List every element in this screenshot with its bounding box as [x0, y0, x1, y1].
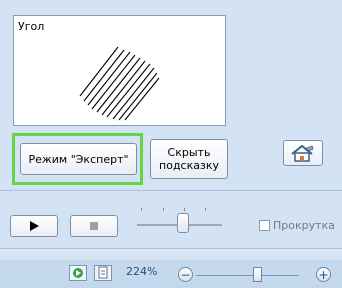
expert-mode-highlight: Режим "Эксперт" — [12, 133, 143, 185]
diagonal-stitches-illustration — [79, 46, 160, 121]
home-settings-icon — [291, 144, 314, 162]
hide-hint-button[interactable]: Скрыть подсказку — [150, 139, 228, 179]
minus-icon: − — [180, 267, 191, 282]
zoom-out-button[interactable]: − — [178, 267, 193, 282]
hide-hint-label-line2: подсказку — [159, 159, 219, 172]
playback-controls: Прокрутка — [0, 191, 342, 248]
scroll-checkbox[interactable] — [259, 220, 270, 231]
hint-panel: Угол Режим "Эксперт" Скрыть подсказку — [0, 0, 342, 190]
speed-tick — [163, 208, 164, 211]
status-bar-inner — [0, 260, 342, 282]
zoom-slider-track[interactable] — [196, 275, 299, 276]
speed-slider-thumb[interactable] — [177, 213, 189, 233]
speed-tick — [184, 208, 185, 211]
expert-mode-label: Режим "Эксперт" — [28, 152, 129, 166]
stop-button[interactable] — [70, 215, 118, 237]
hide-hint-label-line1: Скрыть — [167, 146, 211, 159]
zoom-level: 224% — [126, 265, 158, 278]
stop-icon — [90, 222, 98, 230]
page-view-button[interactable] — [94, 265, 112, 281]
home-settings-button[interactable] — [283, 140, 323, 166]
zoom-slider-thumb[interactable] — [253, 267, 262, 282]
refresh-view-icon — [73, 268, 83, 278]
view-toggle-button[interactable] — [69, 265, 87, 281]
play-icon — [30, 221, 39, 231]
expert-mode-button[interactable]: Режим "Эксперт" — [20, 143, 137, 175]
speed-tick — [205, 208, 206, 211]
scroll-label[interactable]: Прокрутка — [273, 219, 335, 232]
page-icon — [98, 266, 108, 279]
angle-preview: Угол — [13, 15, 226, 126]
plus-icon: + — [318, 267, 329, 282]
speed-tick — [141, 208, 142, 211]
status-bar: 224% − + — [0, 248, 342, 288]
play-button[interactable] — [10, 215, 58, 237]
zoom-in-button[interactable]: + — [316, 267, 331, 282]
